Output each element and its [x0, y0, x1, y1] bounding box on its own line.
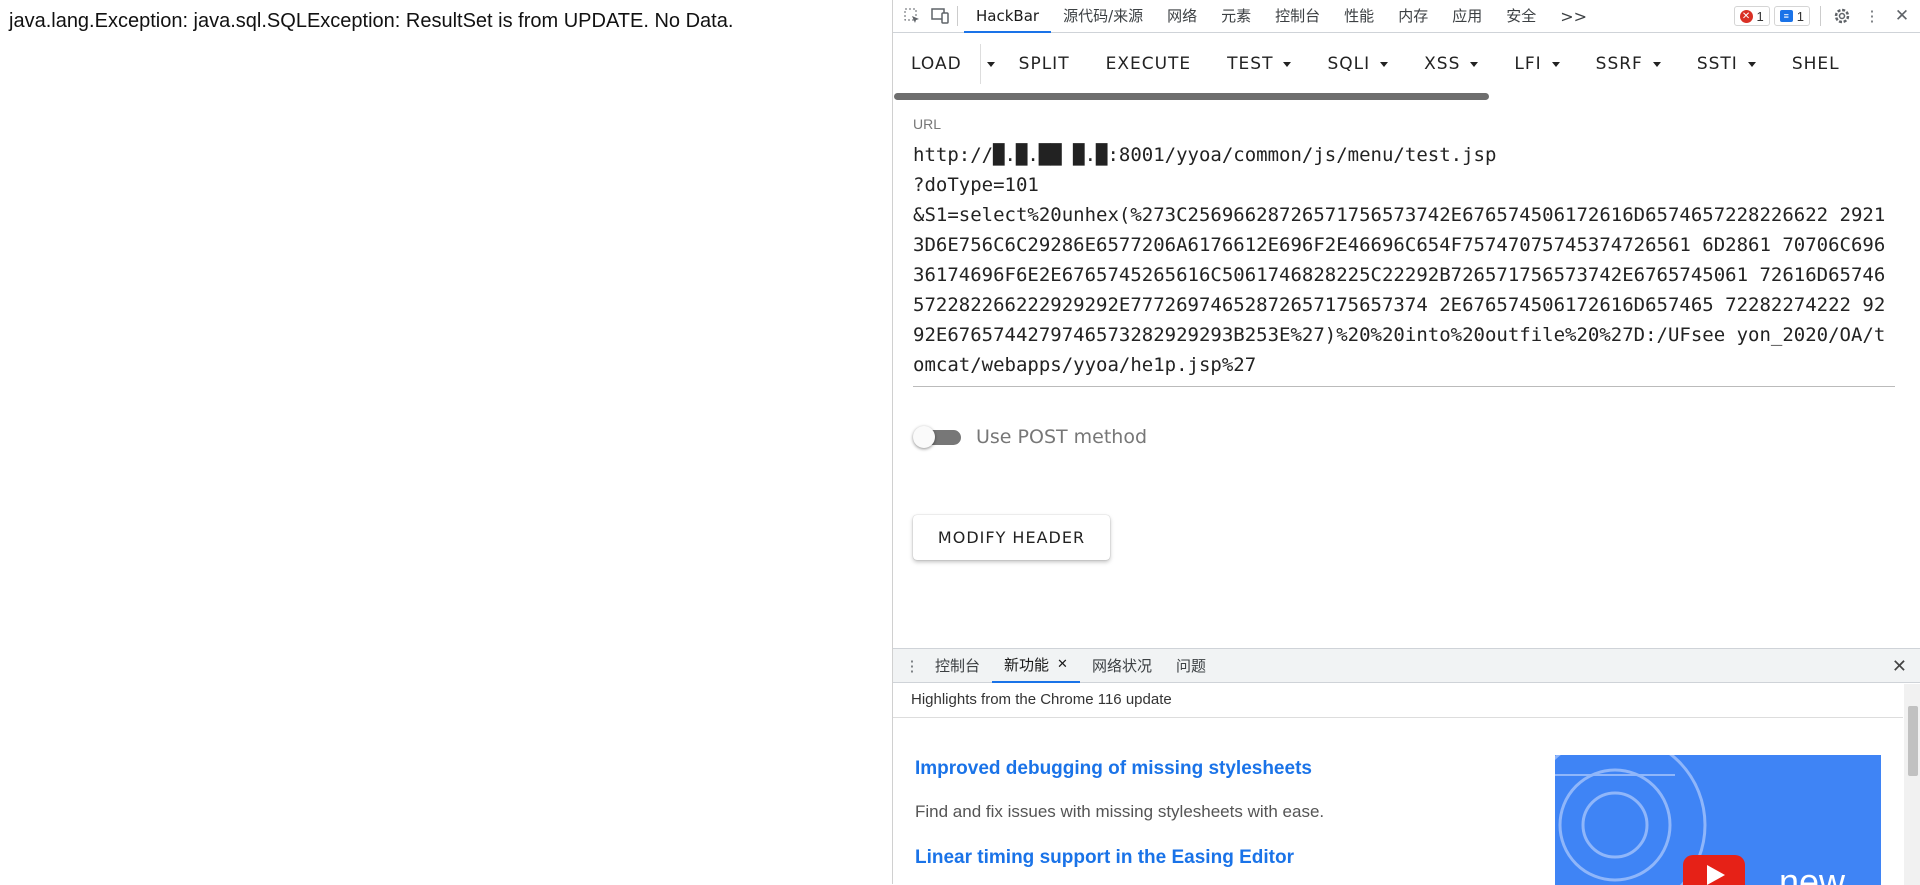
url-input-underline — [913, 386, 1895, 387]
devtools-tab[interactable]: 内存 — [1386, 0, 1440, 33]
modify-header-button[interactable]: MODIFY HEADER — [913, 515, 1110, 560]
message-count: 1 — [1796, 8, 1804, 24]
error-icon: ✕ — [1739, 9, 1753, 23]
devtools-tab[interactable]: HackBar — [964, 0, 1052, 33]
hackbar-button-label: LFI — [1514, 54, 1542, 74]
gear-icon[interactable] — [1831, 5, 1853, 27]
more-tabs-button[interactable]: >> — [1548, 0, 1599, 33]
devtools-tab[interactable]: 控制台 — [1263, 0, 1332, 33]
error-count: 1 — [1756, 8, 1764, 24]
feature-title-link[interactable]: Linear timing support in the Easing Edit… — [915, 847, 1294, 869]
message-icon: ≡ — [1779, 10, 1793, 22]
devtools-tab[interactable]: 元素 — [1209, 0, 1263, 33]
hackbar-ssrf-button[interactable]: SSRF — [1578, 43, 1679, 85]
hackbar-test-button[interactable]: TEST — [1209, 43, 1309, 85]
url-label: URL — [913, 116, 942, 132]
error-badge[interactable]: ✕ 1 — [1733, 6, 1770, 26]
devtools-tab[interactable]: 安全 — [1494, 0, 1548, 33]
hackbar-button-label: XSS — [1424, 54, 1461, 74]
drawer-tab[interactable]: 问题 — [1164, 649, 1218, 683]
drawer-menu-icon[interactable]: ⋮ — [901, 655, 923, 677]
toggle-knob — [913, 426, 935, 448]
device-toolbar-icon[interactable] — [929, 5, 951, 27]
devtools-panel: HackBar 源代码/来源 网络 元素 控制台 性能 内存 应用 安全 >> ✕ 1 ≡ 1 … — [892, 0, 1920, 885]
post-method-toggle[interactable] — [913, 426, 963, 448]
toolbar-divider — [957, 6, 958, 26]
toolbar-divider — [1820, 6, 1821, 26]
hackbar-button-label: SPLIT — [1018, 54, 1070, 74]
divider — [893, 717, 1903, 718]
devtools-tab[interactable]: 应用 — [1440, 0, 1494, 33]
caret-down-icon — [1380, 61, 1389, 67]
message-badge[interactable]: ≡ 1 — [1773, 6, 1810, 26]
caret-down-icon — [1283, 61, 1292, 67]
hackbar-shel-button[interactable]: SHEL — [1774, 43, 1858, 85]
hackbar-button-label: SSRF — [1595, 54, 1643, 74]
caret-down-icon — [1747, 61, 1756, 67]
devtools-tab[interactable]: 性能 — [1332, 0, 1386, 33]
hackbar-toolbar: LOAD SPLIT EXECUTE TEST SQLI XSS LFI SSRF SSTI SH… — [893, 34, 1920, 94]
video-thumbnail[interactable]: new — [1555, 755, 1881, 885]
drawer-tab[interactable]: 网络状况 — [1080, 649, 1164, 683]
devtools-tabs: HackBar 源代码/来源 网络 元素 控制台 性能 内存 应用 安全 — [964, 0, 1548, 33]
hackbar-lfi-button[interactable]: LFI — [1496, 43, 1577, 85]
devtools-tab[interactable]: 源代码/来源 — [1051, 0, 1155, 33]
caret-down-icon — [986, 61, 995, 67]
url-input[interactable]: http://█.█.██ █.█:8001/yyoa/common/js/me… — [913, 140, 1893, 380]
close-tab-icon[interactable]: ✕ — [1057, 648, 1068, 682]
feature-title-link[interactable]: Improved debugging of missing stylesheet… — [915, 758, 1312, 780]
drawer-scrollbar[interactable] — [1904, 684, 1920, 885]
caret-down-icon — [1551, 61, 1560, 67]
hackbar-button-label: EXECUTE — [1105, 54, 1192, 74]
drawer-tab-label: 问题 — [1175, 656, 1206, 675]
devtools-toolbar: HackBar 源代码/来源 网络 元素 控制台 性能 内存 应用 安全 >> ✕ 1 ≡ 1 … — [893, 0, 1920, 33]
devtools-drawer: ⋮ 控制台 新功能 ✕ 网络状况 问题 ✕ Highlights from the Ch… — [893, 648, 1920, 885]
drawer-tab-label: 网络状况 — [1091, 656, 1152, 675]
hackbar-sqli-button[interactable]: SQLI — [1309, 43, 1406, 85]
hackbar-execute-button[interactable]: EXECUTE — [1088, 43, 1210, 85]
load-dropdown-toggle[interactable] — [979, 44, 1001, 84]
hackbar-ssti-button[interactable]: SSTI — [1679, 43, 1774, 85]
hackbar-load-button[interactable]: LOAD — [893, 43, 980, 85]
hackbar-button-label: SSTI — [1696, 54, 1738, 74]
close-icon[interactable]: ✕ — [1891, 5, 1913, 27]
drawer-tab[interactable]: 新功能 ✕ — [992, 649, 1080, 683]
post-method-label: Use POST method — [976, 426, 1148, 448]
scrollbar-thumb[interactable] — [1908, 706, 1918, 776]
whats-new-title: Highlights from the Chrome 116 update — [911, 691, 1172, 708]
drawer-tabs: ⋮ 控制台 新功能 ✕ 网络状况 问题 ✕ — [893, 649, 1920, 683]
hackbar-split-button[interactable]: SPLIT — [1001, 43, 1088, 85]
close-drawer-icon[interactable]: ✕ — [1892, 656, 1907, 677]
hackbar-scrollbar[interactable] — [894, 93, 1489, 100]
drawer-tab-list: 控制台 新功能 ✕ 网络状况 问题 — [923, 649, 1218, 683]
hackbar-button-label: SQLI — [1327, 54, 1371, 74]
hackbar-button-label: SHEL — [1791, 54, 1840, 74]
hackbar-buttons: LOAD SPLIT EXECUTE TEST SQLI XSS LFI SSRF SSTI SH… — [893, 43, 1858, 85]
page-content: java.lang.Exception: java.sql.SQLExcepti… — [0, 0, 892, 884]
inspect-element-icon[interactable] — [901, 5, 923, 27]
hackbar-button-label: LOAD — [911, 54, 962, 74]
hackbar-button-label: TEST — [1227, 54, 1274, 74]
caret-down-icon — [1470, 61, 1479, 67]
drawer-tab-label: 控制台 — [935, 656, 981, 675]
drawer-tab[interactable]: 控制台 — [923, 649, 992, 683]
drawer-tab-label: 新功能 — [1004, 655, 1050, 674]
devtools-tab[interactable]: 网络 — [1155, 0, 1209, 33]
feature-description: Find and fix issues with missing stylesh… — [915, 802, 1325, 821]
error-message: java.lang.Exception: java.sql.SQLExcepti… — [9, 10, 734, 32]
more-options-icon[interactable]: ⋮ — [1861, 5, 1883, 27]
video-caption: new — [1779, 861, 1846, 885]
hackbar-xss-button[interactable]: XSS — [1406, 43, 1496, 85]
caret-down-icon — [1652, 61, 1661, 67]
